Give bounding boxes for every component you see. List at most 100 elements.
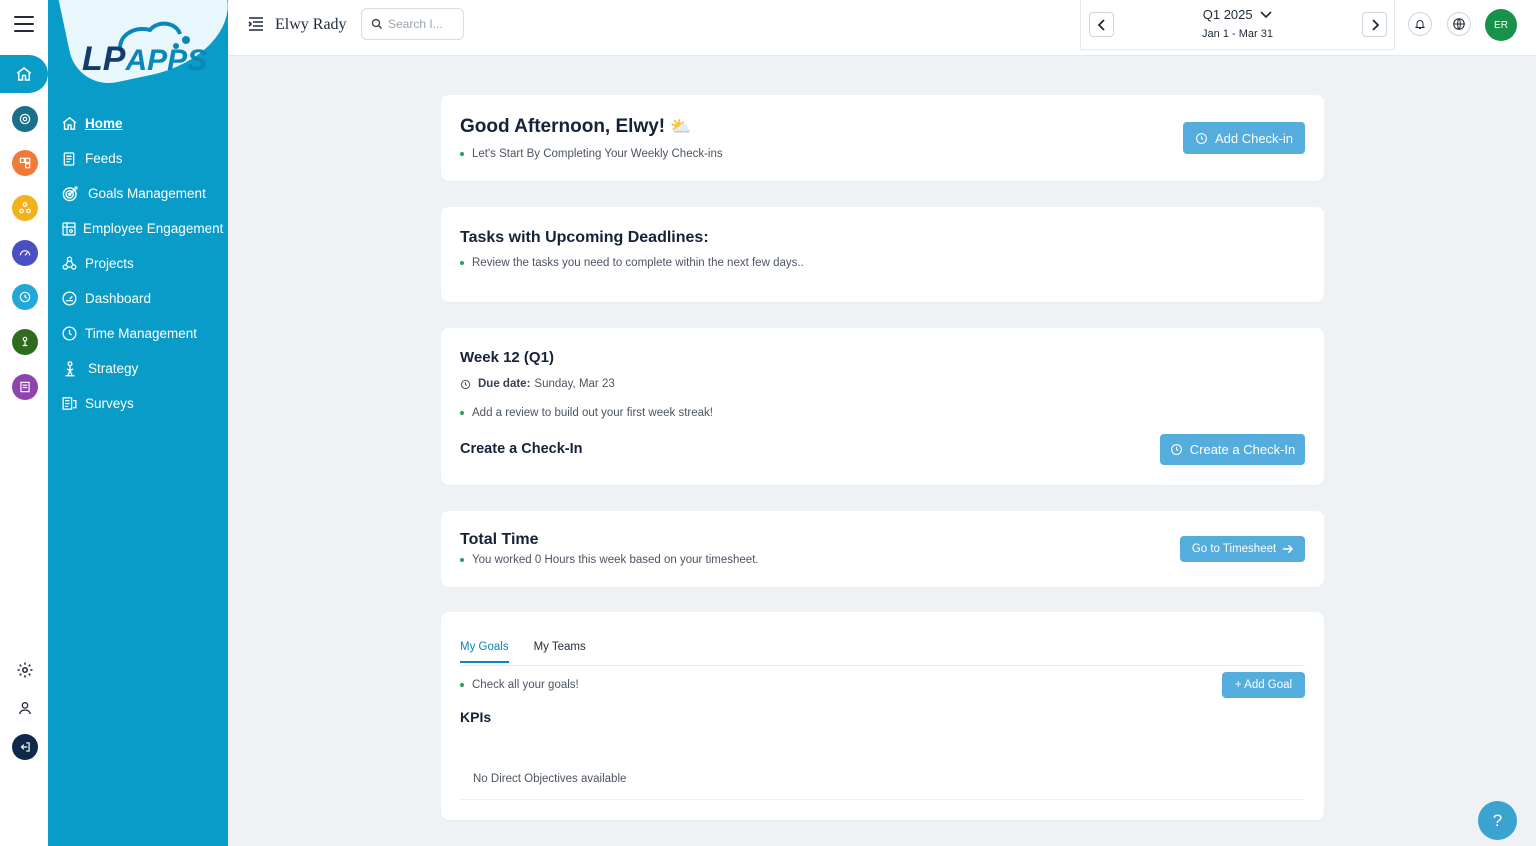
settings-icon[interactable] (12, 657, 38, 683)
clock-icon (460, 379, 471, 389)
next-quarter-button[interactable] (1362, 12, 1387, 37)
rail-dashboard-icon[interactable] (12, 240, 38, 266)
button-label: Go to Timesheet (1191, 543, 1277, 555)
sidebar-item-projects[interactable]: Projects (48, 246, 228, 281)
week-title: Week 12 (Q1) (460, 349, 554, 366)
week-subtitle: Add a review to build out your first wee… (460, 407, 713, 419)
deadlines-title: Tasks with Upcoming Deadlines: (460, 229, 709, 246)
clock-icon (1196, 132, 1207, 144)
sidebar-item-feeds[interactable]: Feeds (48, 141, 228, 176)
rail-goals-icon[interactable] (12, 106, 38, 132)
logo-prefix: LP (82, 40, 126, 78)
logo-text: APPS (125, 44, 208, 77)
sidebar-item-surveys[interactable]: Surveys (48, 386, 228, 421)
search-icon (371, 18, 382, 29)
sidebar-item-label: Employee Engagement (83, 221, 224, 236)
due-date: Due date: Sunday, Mar 23 (460, 378, 615, 390)
sidebar-item-home[interactable]: Home (48, 106, 228, 141)
sidebar-item-label: Home (85, 116, 123, 131)
sidebar-item-label: Dashboard (85, 291, 152, 306)
sidebar-item-label: Surveys (85, 396, 134, 411)
sidebar-item-strategy[interactable]: Strategy (48, 351, 228, 386)
sidebar-item-dashboard[interactable]: Dashboard (48, 281, 228, 316)
week-card: Week 12 (Q1) Due date: Sunday, Mar 23 Ad… (441, 328, 1324, 485)
search-box[interactable] (361, 8, 464, 40)
rail-engagement-icon[interactable] (12, 150, 38, 176)
rail-home-button[interactable] (0, 55, 48, 93)
sidebar-item-label: Goals Management (88, 186, 206, 201)
sidebar-item-label: Projects (85, 256, 134, 271)
sidebar: LPAPPS Home Feeds Goals Management Emplo… (48, 0, 228, 846)
button-label: Add Check-in (1214, 130, 1294, 146)
quarter-dropdown[interactable]: Q1 2025 (1081, 7, 1394, 22)
create-check-in-title: Create a Check-In (460, 441, 583, 457)
user-icon[interactable] (12, 695, 38, 721)
greeting-heading: Good Afternoon, Elwy! ⛅ (460, 116, 692, 138)
language-button[interactable] (1447, 12, 1471, 36)
greeting-title: Good Afternoon, Elwy! (460, 116, 666, 137)
deadlines-subtitle: Review the tasks you need to complete wi… (460, 257, 804, 269)
greeting-card: Good Afternoon, Elwy! ⛅ Let's Start By C… (441, 95, 1324, 181)
help-button[interactable]: ? (1478, 801, 1517, 840)
target-icon (60, 185, 80, 203)
bell-icon (1414, 20, 1426, 29)
home-icon (16, 67, 32, 81)
sidebar-item-time-management[interactable]: Time Management (48, 316, 228, 351)
deadlines-card: Tasks with Upcoming Deadlines: Review th… (441, 207, 1324, 302)
button-label: + Add Goal (1234, 679, 1293, 691)
quarter-label: Q1 2025 (1202, 7, 1253, 22)
survey-icon (60, 395, 78, 413)
home-icon (60, 115, 78, 133)
arrow-right-icon (1283, 544, 1294, 554)
goals-subtitle: Check all your goals! (460, 679, 579, 691)
sidebar-item-label: Time Management (85, 326, 198, 341)
due-date-label: Due date: (478, 378, 531, 390)
icon-rail (0, 0, 48, 846)
rail-survey-icon[interactable] (12, 374, 38, 400)
rail-strategy-icon[interactable] (12, 329, 38, 355)
notifications-button[interactable] (1408, 12, 1432, 36)
tab-my-goals[interactable]: My Goals (460, 641, 509, 663)
projects-icon (60, 255, 78, 273)
dashboard-icon (60, 290, 78, 308)
engagement-icon (60, 220, 78, 238)
sidebar-item-label: Feeds (85, 151, 123, 166)
feed-icon (60, 150, 78, 168)
sidebar-item-goals-management[interactable]: Goals Management (48, 176, 228, 211)
empty-objectives: No Direct Objectives available (473, 773, 627, 785)
goals-card: My Goals My Teams Check all your goals! … (441, 612, 1324, 820)
goals-tabs: My Goals My Teams (460, 641, 611, 663)
sidebar-item-label: Strategy (88, 361, 139, 376)
logo[interactable]: LPAPPS (48, 0, 228, 95)
add-check-in-button[interactable]: Add Check-in (1183, 122, 1305, 154)
avatar[interactable]: ER (1485, 9, 1517, 41)
strategy-icon (60, 360, 80, 378)
total-time-title: Total Time (460, 531, 539, 548)
tab-divider (460, 665, 1305, 666)
rail-time-icon[interactable] (12, 284, 38, 310)
quarter-selector: Q1 2025 Jan 1 - Mar 31 (1080, 0, 1395, 50)
logout-icon[interactable] (12, 734, 38, 760)
menu-icon[interactable] (14, 16, 34, 32)
total-time-card: Total Time You worked 0 Hours this week … (441, 511, 1324, 587)
chevron-right-icon (1371, 18, 1379, 31)
quarter-range: Jan 1 - Mar 31 (1202, 28, 1273, 40)
search-input[interactable] (388, 17, 458, 31)
create-check-in-button[interactable]: Create a Check-In (1160, 434, 1305, 465)
divider (460, 799, 1305, 800)
weather-emoji: ⛅ (670, 117, 692, 136)
sidebar-item-employee-engagement[interactable]: Employee Engagement (48, 211, 228, 246)
kpis-title: KPIs (460, 709, 492, 725)
greeting-subtitle: Let's Start By Completing Your Weekly Ch… (460, 148, 723, 160)
globe-icon (1453, 18, 1465, 30)
add-goal-button[interactable]: + Add Goal (1222, 672, 1305, 698)
button-label: Create a Check-In (1189, 442, 1296, 457)
rail-projects-icon[interactable] (12, 195, 38, 221)
topbar: Elwy Rady Q1 2025 Jan 1 - Mar 31 ER (228, 0, 1536, 56)
collapse-menu-icon[interactable] (248, 17, 264, 31)
tab-my-teams[interactable]: My Teams (534, 641, 586, 663)
go-to-timesheet-button[interactable]: Go to Timesheet (1180, 536, 1305, 562)
chevron-down-icon (1260, 11, 1272, 19)
clock-icon (60, 325, 78, 343)
user-name: Elwy Rady (275, 16, 347, 33)
